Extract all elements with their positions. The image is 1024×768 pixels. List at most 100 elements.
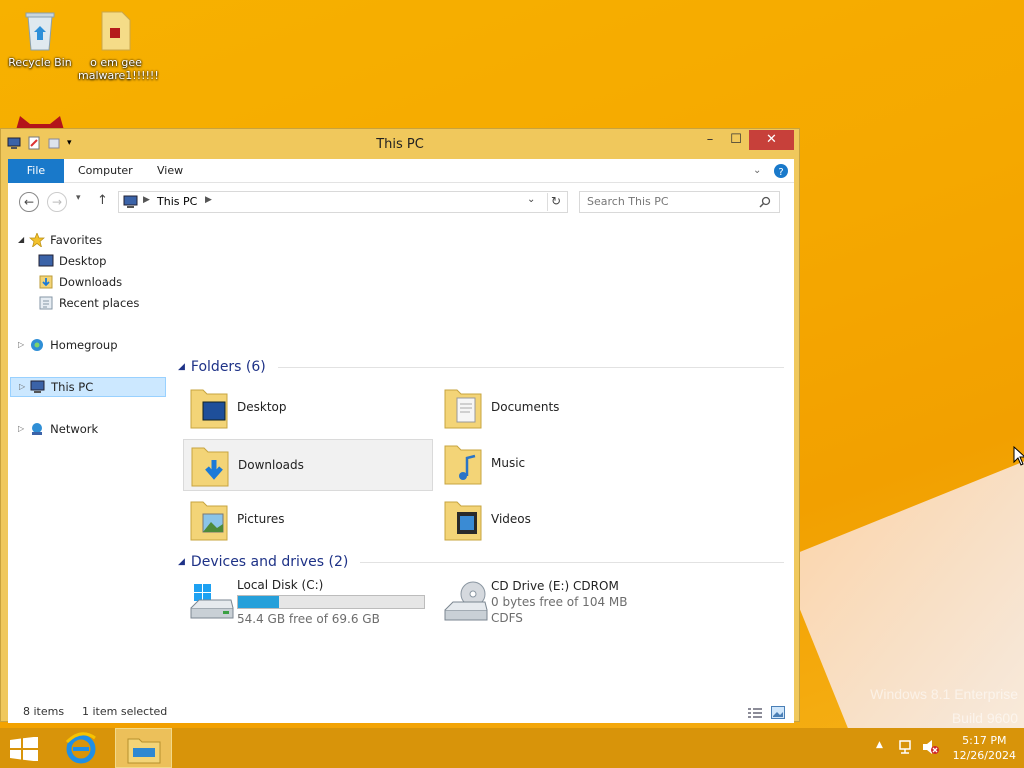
group-collapse-arrow-icon[interactable]: ◢: [178, 362, 185, 372]
tab-view[interactable]: View: [157, 159, 183, 183]
expand-ribbon-chevron-icon[interactable]: ⌄: [753, 159, 761, 183]
drive-cd-e[interactable]: CD Drive (E:) CDROM 0 bytes free of 104 …: [437, 577, 687, 627]
close-button[interactable]: ✕: [749, 130, 794, 150]
expanded-arrow-icon[interactable]: ◢: [18, 230, 24, 250]
system-clock[interactable]: 5:17 PM 12/26/2024: [953, 733, 1016, 763]
speaker-muted-icon[interactable]: [921, 739, 939, 768]
ribbon-tabs: File Computer View ⌄ ?: [8, 159, 794, 183]
nav-label: Downloads: [59, 275, 123, 289]
nav-label: Favorites: [50, 233, 103, 247]
internet-explorer-button[interactable]: [64, 732, 98, 768]
details-view-icon[interactable]: [748, 706, 762, 728]
downloads-icon: [38, 275, 54, 289]
clock-time: 5:17 PM: [962, 734, 1007, 747]
content-area: ◢ Favorites Desktop Downloads Recent pla…: [8, 221, 794, 701]
nav-favorites[interactable]: ◢ Favorites: [18, 230, 102, 250]
folder-downloads[interactable]: Downloads: [183, 439, 433, 491]
hard-drive-icon: [189, 582, 234, 622]
downloads-folder-icon: [190, 442, 230, 488]
folder-label: Pictures: [237, 512, 285, 526]
desktop-icon-malware-folder[interactable]: o em gee malware1!!!!!!: [78, 8, 159, 82]
nav-this-pc-row[interactable]: ▷ This PC: [10, 377, 166, 397]
group-title: Devices and drives (2): [190, 554, 349, 570]
group-divider: [277, 366, 784, 368]
recycle-bin-icon: [20, 8, 60, 52]
forward-button[interactable]: →: [47, 192, 67, 212]
nav-downloads[interactable]: Downloads: [38, 272, 122, 292]
up-button[interactable]: ↑: [97, 193, 108, 208]
drive-filesystem: CDFS: [491, 611, 523, 625]
drive-usage-fill: [238, 596, 279, 608]
documents-folder-icon: [443, 384, 483, 430]
folder-music[interactable]: Music: [437, 437, 687, 489]
drive-usage-bar: [237, 595, 425, 609]
nav-label: This PC: [51, 380, 94, 394]
folder-label: Downloads: [238, 458, 304, 472]
start-button[interactable]: [10, 736, 38, 768]
nav-homegroup[interactable]: ▷ Homegroup: [18, 335, 118, 355]
nav-recent-places[interactable]: Recent places: [38, 293, 139, 313]
collapsed-arrow-icon[interactable]: ▷: [18, 419, 24, 439]
clock-date: 12/26/2024: [952, 749, 1016, 762]
drive-info: Local Disk (C:) 54.4 GB free of 69.6 GB: [237, 577, 425, 627]
folder-label: Documents: [491, 400, 560, 414]
folder-pictures[interactable]: Pictures: [183, 493, 433, 545]
breadcrumb-separator-icon: ▶: [143, 195, 150, 205]
taskbar: ▲ 5:17 PM 12/26/2024: [0, 728, 1024, 768]
minimize-button[interactable]: –: [697, 130, 723, 150]
tab-file[interactable]: File: [8, 159, 64, 183]
nav-desktop[interactable]: Desktop: [38, 251, 106, 271]
breadcrumb-separator-icon[interactable]: ▶: [205, 195, 212, 205]
group-devices-heading[interactable]: ◢ Devices and drives (2): [178, 552, 784, 572]
tab-computer[interactable]: Computer: [78, 159, 133, 183]
group-collapse-arrow-icon[interactable]: ◢: [178, 557, 185, 567]
collapsed-arrow-icon[interactable]: ▷: [18, 335, 24, 355]
folder-label: Desktop: [237, 400, 287, 414]
status-selection: 1 item selected: [82, 705, 168, 718]
folder-documents[interactable]: Documents: [437, 381, 687, 433]
folder-file-icon: [96, 8, 136, 52]
nav-network[interactable]: ▷ Network: [18, 419, 98, 439]
folder-videos[interactable]: Videos: [437, 493, 687, 545]
windows-logo-icon: [10, 736, 38, 762]
desktop-icon-label: o em gee malware1!!!!!!: [78, 56, 159, 82]
search-placeholder: Search This PC: [587, 195, 669, 208]
videos-folder-icon: [443, 496, 483, 542]
search-icon[interactable]: [759, 192, 771, 215]
file-explorer-icon: [127, 738, 161, 764]
pictures-folder-icon: [189, 496, 229, 542]
status-item-count: 8 items: [23, 705, 65, 718]
address-row: ← → ▾ ↑ ▶ This PC ▶ ⌄ ↻ Search This PC: [8, 183, 794, 221]
drive-local-disk-c[interactable]: Local Disk (C:) 54.4 GB free of 69.6 GB: [183, 577, 433, 627]
svg-text:?: ?: [778, 167, 783, 178]
nav-label: Network: [50, 422, 99, 436]
nav-label: Homegroup: [50, 338, 118, 352]
status-bar: 8 items 1 item selected: [8, 701, 794, 723]
network-icon: [29, 422, 45, 436]
address-dropdown-chevron-icon[interactable]: ⌄: [527, 194, 535, 205]
computer-icon: [30, 380, 46, 394]
back-button[interactable]: ←: [19, 192, 39, 212]
recent-locations-chevron-icon[interactable]: ▾: [76, 193, 81, 203]
search-input[interactable]: Search This PC: [579, 191, 780, 213]
large-icons-view-icon[interactable]: [771, 705, 785, 727]
file-explorer-taskbar-button[interactable]: [115, 728, 172, 768]
address-bar[interactable]: ▶ This PC ▶ ⌄ ↻: [118, 191, 568, 213]
window-title: This PC: [376, 137, 424, 152]
group-title: Folders (6): [190, 359, 266, 375]
title-bar[interactable]: ▾ This PC – ☐ ✕: [1, 129, 799, 159]
collapsed-arrow-icon[interactable]: ▷: [19, 377, 25, 397]
refresh-icon[interactable]: ↻: [551, 194, 561, 208]
drive-name: Local Disk (C:): [237, 578, 324, 592]
maximize-button[interactable]: ☐: [723, 130, 749, 150]
nav-label: Desktop: [59, 254, 107, 268]
group-folders-heading[interactable]: ◢ Folders (6): [178, 357, 784, 377]
folder-desktop[interactable]: Desktop: [183, 381, 433, 433]
network-tray-icon[interactable]: [897, 739, 915, 768]
desktop-folder-icon: [189, 384, 229, 430]
desktop-icon-recycle-bin[interactable]: Recycle Bin: [2, 8, 78, 69]
help-icon[interactable]: ?: [774, 159, 788, 183]
address-divider: [547, 193, 548, 211]
show-hidden-icons-chevron-icon[interactable]: ▲: [876, 740, 883, 768]
breadcrumb-this-pc[interactable]: This PC: [157, 195, 197, 208]
